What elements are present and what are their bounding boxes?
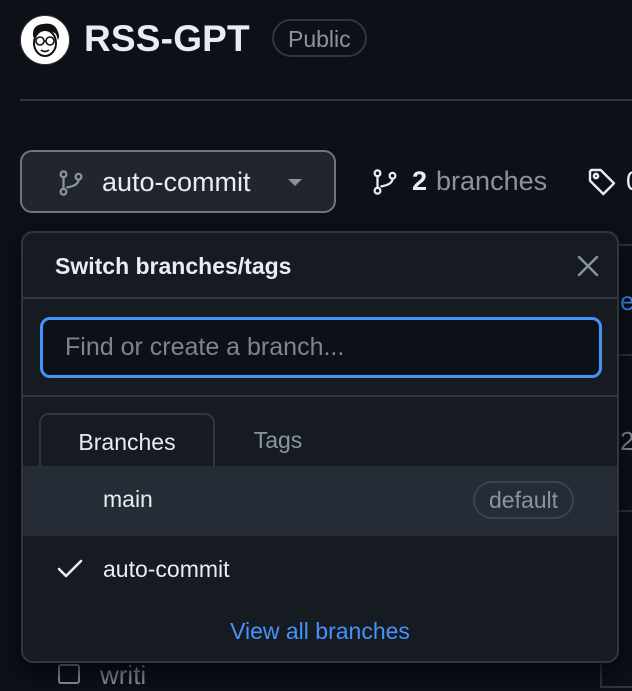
repo-name[interactable]: RSS-GPT — [84, 16, 250, 62]
chevron-down-icon — [287, 178, 303, 188]
commit-link-fragment[interactable]: e — [620, 286, 632, 317]
avatar-face-icon — [21, 16, 69, 64]
tags-count: 0 — [626, 166, 632, 197]
git-branch-icon — [370, 167, 400, 197]
branches-count-link[interactable]: 2 branches — [370, 166, 547, 197]
branches-count: 2 — [412, 166, 428, 196]
commit-count-fragment: 2 — [620, 426, 632, 456]
current-branch-label: auto-commit — [102, 167, 251, 197]
tab-tags[interactable]: Tags — [223, 413, 333, 467]
branch-name: main — [103, 486, 153, 512]
branch-search-input[interactable] — [40, 317, 602, 378]
visibility-badge: Public — [272, 19, 367, 57]
default-badge: default — [473, 481, 575, 519]
tab-bar: Branches Tags — [23, 411, 617, 467]
dropdown-title: Switch branches/tags — [55, 253, 292, 279]
branch-selector-button[interactable]: auto-commit — [20, 150, 336, 213]
git-branch-icon — [56, 168, 86, 198]
tab-branches[interactable]: Branches — [39, 413, 215, 467]
check-icon — [57, 558, 83, 580]
branch-switcher-dropdown: Switch branches/tags Branches Tags main … — [21, 231, 619, 663]
branch-item-main[interactable]: main default — [23, 466, 617, 536]
branch-item-auto-commit[interactable]: auto-commit — [23, 536, 617, 602]
branches-label: branches — [436, 166, 548, 196]
close-icon[interactable] — [575, 253, 601, 279]
tag-icon — [586, 166, 618, 198]
dropdown-divider — [23, 297, 617, 299]
tags-count-link[interactable]: 0 — [586, 166, 632, 198]
header-divider — [20, 99, 632, 101]
branch-name: auto-commit — [103, 556, 230, 582]
file-icon — [58, 664, 80, 684]
view-all-branches-link[interactable]: View all branches — [23, 618, 617, 645]
dropdown-divider — [23, 395, 617, 397]
owner-avatar[interactable] — [20, 15, 70, 65]
